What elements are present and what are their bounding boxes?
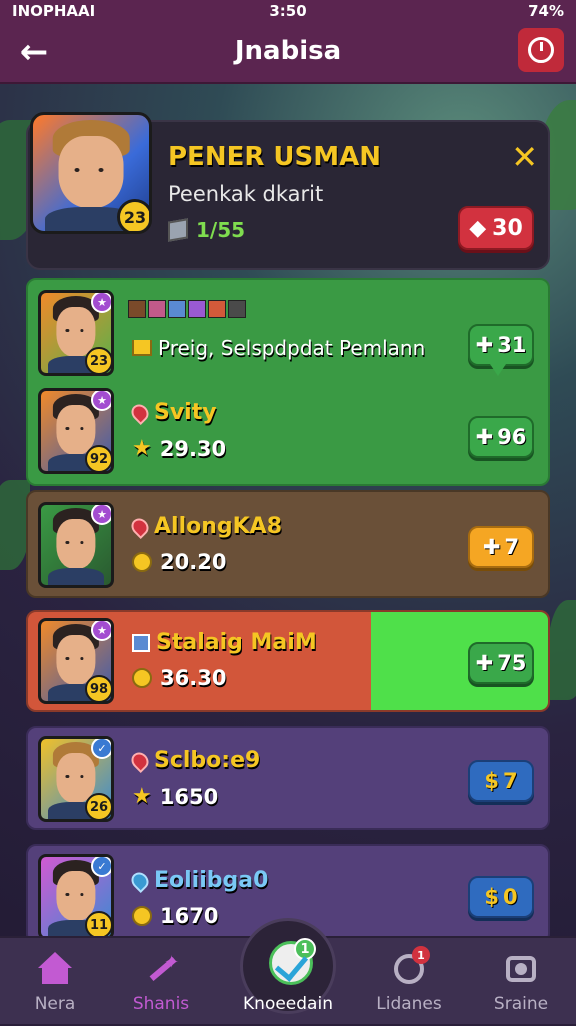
list-item: Preig, Selspdpdat Pemlann [132, 336, 425, 360]
pin-icon [127, 748, 153, 773]
reward-button[interactable]: ✚ 96 [468, 416, 534, 458]
player-score: 1670 [132, 904, 218, 928]
plus-icon: ✚ [475, 651, 494, 675]
pin-icon [127, 400, 153, 425]
dollar-icon: $ [484, 885, 499, 909]
player-score: 36.30 [132, 666, 226, 690]
leaderboard-row: ★ 98 Stalaig MaiM 36.30 ✚ 75 [26, 610, 550, 712]
rank-badge: ✓ [91, 739, 111, 759]
coin-icon [132, 906, 152, 926]
nav-item-lidanes[interactable]: 1 Lidanes [354, 938, 464, 1026]
player-avatar: 23 [30, 112, 152, 234]
square-icon [132, 633, 150, 652]
cube-icon [168, 218, 188, 242]
player-name: PENER USMAN [168, 142, 382, 172]
player-subtitle: Peenkak dkarit [168, 182, 324, 206]
leaderboard-row: ★ AllongKA8 20.20 ✚ 7 [26, 490, 550, 598]
reward-button[interactable]: ✚ 75 [468, 642, 534, 684]
pin-icon [127, 868, 153, 893]
home-icon [38, 952, 72, 986]
pin-icon [127, 514, 153, 539]
header-bar: ← Jnabisa [0, 22, 576, 84]
target-icon: 1 [392, 946, 430, 986]
plus-icon: ✚ [475, 333, 494, 357]
rank-badge: ★ [91, 293, 111, 313]
level-badge: 23 [85, 347, 111, 373]
leaderboard-group-green: ★ 23 Preig, Selspdpdat Pemlann ✚ 31 ★ 92 … [26, 278, 550, 486]
wand-icon: ✦ [144, 952, 179, 986]
battery-level: 74% [528, 2, 564, 20]
level-badge: 92 [85, 445, 111, 471]
list-item-avatar: ✓ 11 [38, 854, 114, 940]
reward-button[interactable]: $0 [468, 876, 534, 918]
bottom-navigation: Nera ✦ Shanis 1 Knoeedain 1 Lidanes Srai… [0, 918, 576, 1026]
rank-badge: ★ [91, 621, 111, 641]
nav-item-knoeedain[interactable]: Knoeedain [233, 938, 343, 1026]
power-icon[interactable] [518, 28, 564, 72]
player-name: Sclbo:e9 [127, 748, 260, 773]
list-item-avatar: ★ 23 [38, 290, 114, 376]
page-title: Jnabisa [234, 36, 342, 66]
coin-icon [132, 668, 152, 688]
reward-button[interactable]: $7 [468, 760, 534, 802]
player-score: ★ 1650 [132, 784, 219, 809]
coin-icon [132, 552, 152, 572]
player-score: 20.20 [132, 550, 226, 574]
rank-badge: ★ [91, 505, 111, 525]
player-name: Svity [127, 400, 217, 425]
plus-icon: ✚ [482, 535, 501, 559]
nav-item-sraine[interactable]: Sraine [466, 938, 576, 1026]
item-strip [128, 300, 246, 318]
level-badge: 11 [85, 911, 111, 937]
player-name: Eoliibga0 [127, 868, 268, 893]
row-title: Preig, Selspdpdat Pemlann [158, 336, 426, 360]
rank-badge: ✓ [91, 857, 111, 877]
plus-icon: ✚ [475, 425, 494, 449]
carrier-label: INOPHAAI [12, 2, 96, 20]
player-profile-card: 23 PENER USMAN Peenkak dkarit 1/55 ✕ ◆ 3… [26, 112, 550, 270]
camera-icon [504, 952, 538, 986]
reward-button[interactable]: ✚ 7 [468, 526, 534, 568]
player-name: Stalaig MaiM [132, 630, 317, 655]
player-name: AllongKA8 [127, 514, 282, 539]
list-item-avatar: ✓ 26 [38, 736, 114, 822]
nav-item-home[interactable]: Nera [0, 938, 110, 1026]
list-item-avatar: ★ [38, 502, 114, 588]
level-badge: 23 [117, 199, 149, 231]
level-badge: 26 [85, 793, 111, 819]
list-item-avatar: ★ 98 [38, 618, 114, 704]
dollar-icon: $ [484, 769, 499, 793]
leaderboard-row: ✓ 26 Sclbo:e9 ★ 1650 $7 [26, 726, 550, 830]
reward-button[interactable]: ✚ 31 [468, 324, 534, 376]
gem-count: 1/55 [168, 218, 245, 242]
close-icon[interactable]: ✕ [511, 138, 538, 176]
nav-item-shanis[interactable]: ✦ Shanis [106, 938, 216, 1026]
gem-value: 1/55 [196, 218, 246, 242]
star-icon: ★ [132, 784, 152, 809]
crown-icon [132, 340, 152, 356]
list-item-avatar: ★ 92 [38, 388, 114, 474]
profile-action-button[interactable]: ◆ 30 [458, 206, 534, 250]
rank-badge: ★ [91, 391, 111, 411]
status-bar: INOPHAAI 3:50 74% [0, 0, 576, 22]
gem-icon: ◆ [469, 215, 487, 241]
notification-badge: 1 [412, 946, 430, 964]
player-score: ★ 29.30 [132, 436, 227, 461]
level-badge: 98 [85, 675, 111, 701]
star-icon: ★ [132, 436, 152, 461]
